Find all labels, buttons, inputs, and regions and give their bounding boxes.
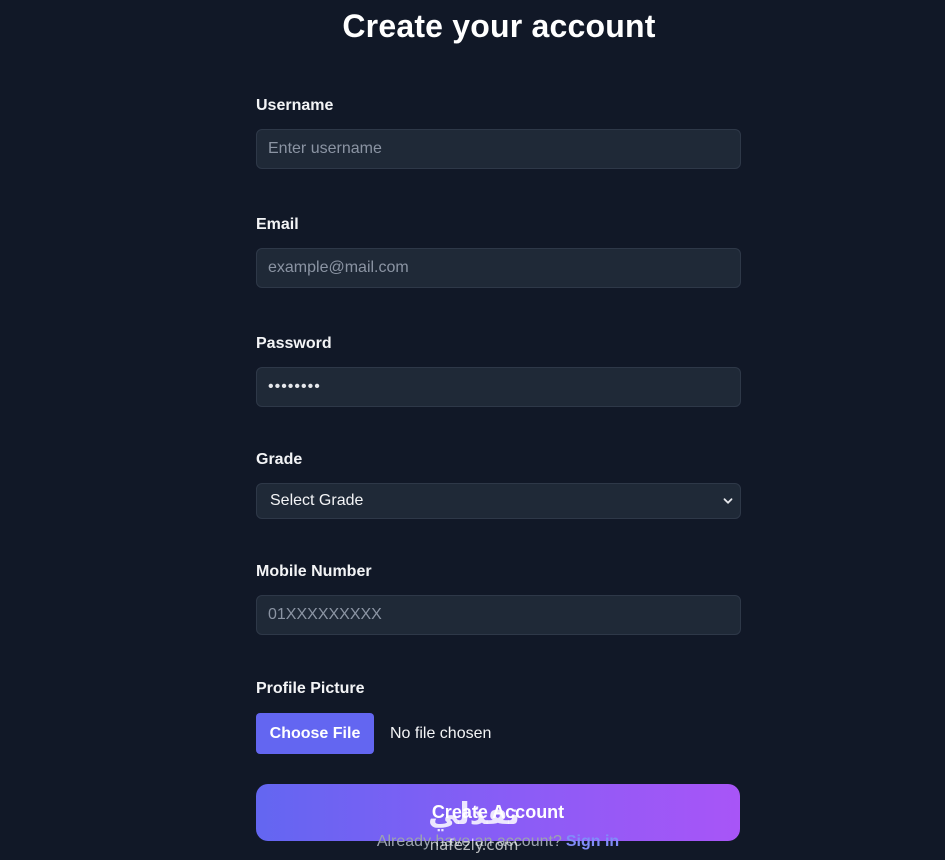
email-input[interactable]: [256, 248, 741, 288]
email-group: Email: [256, 215, 741, 288]
signup-form: Username Email Password Grade Select Gra…: [256, 96, 741, 841]
file-status-text: No file chosen: [390, 724, 492, 742]
file-input: Choose File No file chosen: [256, 713, 741, 754]
password-label: Password: [256, 335, 332, 352]
sign-in-link[interactable]: Sign in: [566, 833, 619, 850]
signin-prompt-text: Already have an account?: [376, 833, 562, 850]
grade-group: Grade Select Grade: [256, 450, 741, 519]
signin-prompt: Already have an account? Sign in: [0, 833, 945, 851]
username-input[interactable]: [256, 129, 741, 169]
profile-picture-group: Profile Picture Choose File No file chos…: [256, 679, 741, 754]
signup-page: Create your account Username Email Passw…: [0, 0, 945, 860]
grade-select[interactable]: Select Grade: [256, 483, 741, 519]
username-label: Username: [256, 97, 334, 114]
grade-label: Grade: [256, 451, 303, 468]
profile-picture-label: Profile Picture: [256, 680, 365, 697]
chevron-down-icon: [723, 498, 733, 504]
password-input[interactable]: [256, 367, 741, 407]
page-title: Create your account: [342, 8, 656, 44]
mobile-group: Mobile Number: [256, 562, 741, 635]
mobile-input[interactable]: [256, 595, 741, 635]
username-group: Username: [256, 96, 741, 169]
email-label: Email: [256, 216, 299, 233]
mobile-label: Mobile Number: [256, 563, 372, 580]
grade-select-value: Select Grade: [270, 492, 364, 509]
password-group: Password: [256, 334, 741, 407]
choose-file-button[interactable]: Choose File: [256, 713, 374, 754]
